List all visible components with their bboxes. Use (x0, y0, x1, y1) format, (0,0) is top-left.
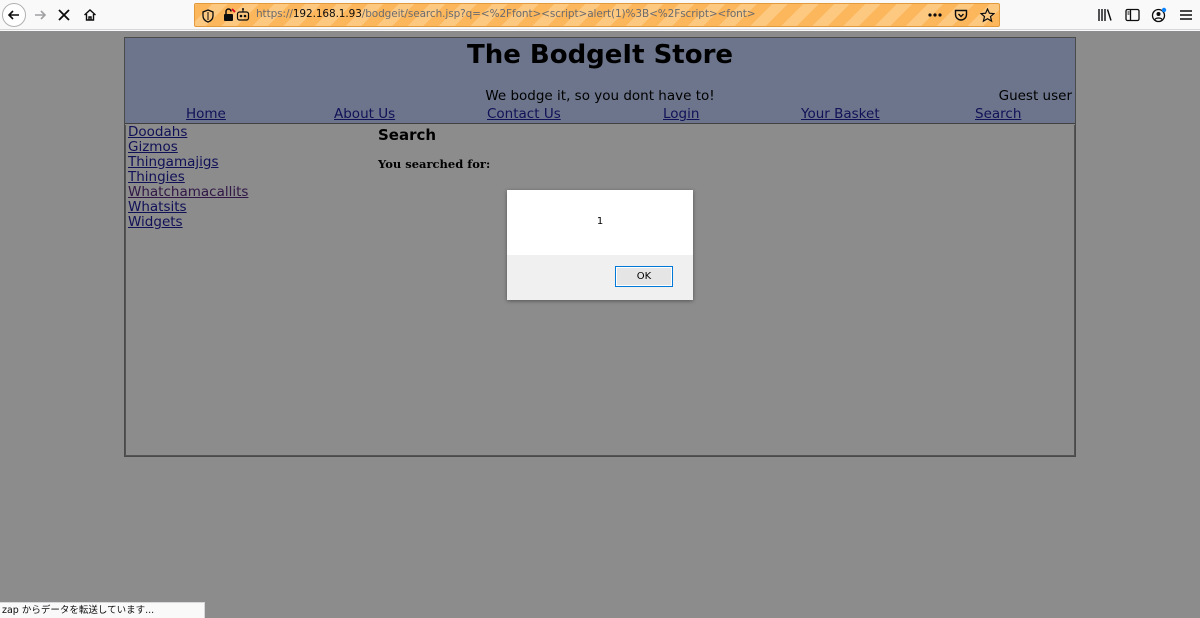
pocket-icon[interactable] (953, 6, 969, 24)
star-icon[interactable] (979, 6, 995, 24)
broken-lock-icon[interactable] (221, 7, 237, 23)
arrow-left-icon[interactable] (2, 3, 26, 27)
home-icon[interactable] (78, 3, 102, 27)
ok-button[interactable]: OK (615, 266, 673, 287)
alert-message: 1 (596, 216, 604, 227)
robot-icon[interactable] (236, 7, 250, 23)
url-text[interactable]: https://192.168.1.93/bodgeit/search.jsp?… (256, 8, 756, 20)
url-host: 192.168.1.93 (292, 8, 362, 20)
modal-overlay (0, 31, 1200, 618)
alert-message-area: 1 (507, 190, 693, 255)
url-scheme: https:// (256, 8, 293, 20)
account-icon[interactable] (1151, 5, 1167, 25)
url-path: /bodgeit/search.jsp?q=<%2Ffont><script>a… (361, 8, 756, 20)
sidebar-icon[interactable] (1124, 5, 1140, 25)
more-icon[interactable] (927, 6, 943, 24)
url-actions (927, 6, 995, 24)
arrow-right-icon[interactable] (28, 3, 52, 27)
shield-icon[interactable] (201, 8, 215, 23)
library-icon[interactable] (1097, 5, 1113, 25)
toolbar-right (1097, 5, 1194, 25)
browser-toolbar: https://192.168.1.93/bodgeit/search.jsp?… (0, 0, 1200, 30)
hamburger-icon[interactable] (1178, 5, 1194, 25)
alert-dialog: 1 OK (507, 190, 693, 300)
status-bar: zap からデータを転送しています... (0, 602, 205, 618)
close-icon[interactable] (52, 3, 76, 27)
address-bar[interactable]: https://192.168.1.93/bodgeit/search.jsp?… (194, 3, 1000, 27)
